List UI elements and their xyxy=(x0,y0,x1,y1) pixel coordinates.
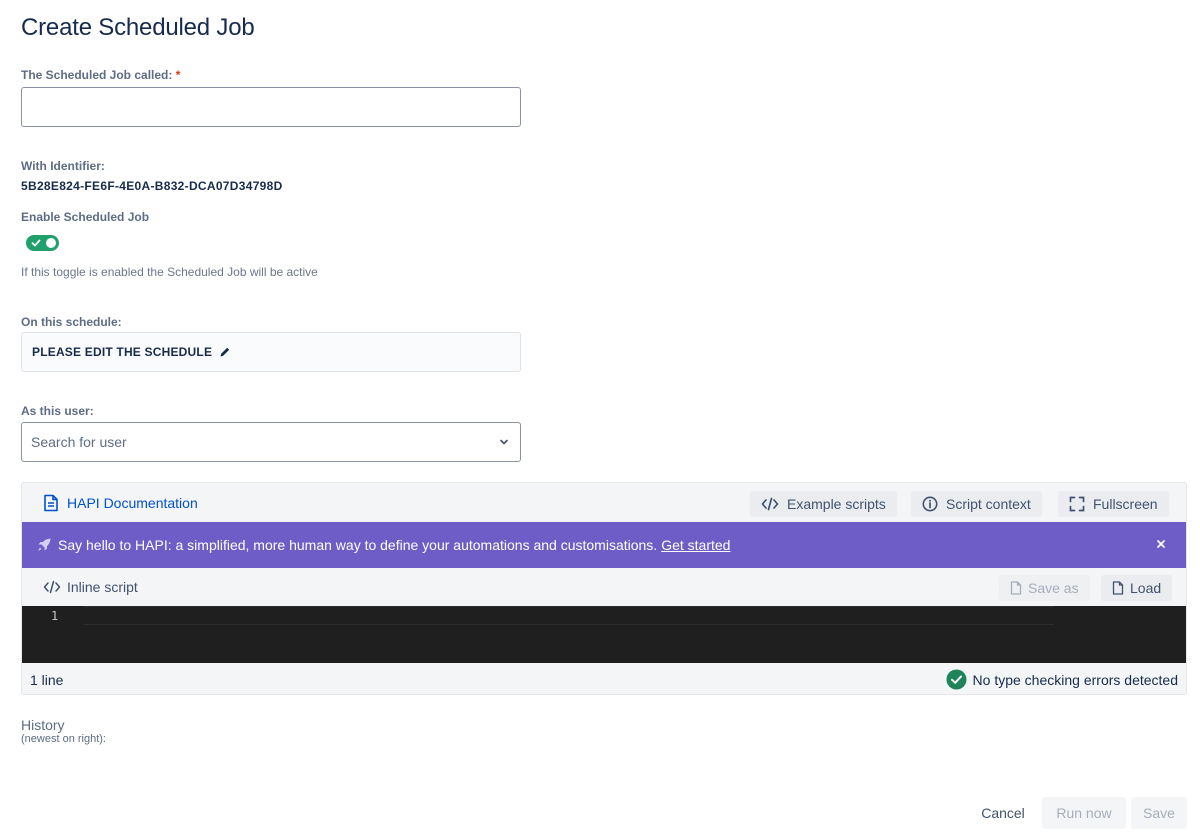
script-subtoolbar: Inline script Save as Load xyxy=(22,568,1186,606)
line-number: 1 xyxy=(51,609,59,623)
check-circle-icon xyxy=(946,669,967,690)
script-editor: HAPI Documentation Example scripts Scrip… xyxy=(21,482,1187,695)
current-line-highlight xyxy=(84,606,1054,625)
fullscreen-text: Fullscreen xyxy=(1093,496,1158,512)
inline-script-text: Inline script xyxy=(67,579,138,595)
file-icon xyxy=(1112,581,1124,595)
save-as-text: Save as xyxy=(1028,580,1079,596)
identifier-value: 5B28E824-FE6F-4E0A-B832-DCA07D34798D xyxy=(21,179,283,193)
pencil-icon xyxy=(220,347,230,357)
code-editor-area[interactable]: 1 xyxy=(22,606,1186,663)
fullscreen-icon xyxy=(1069,496,1085,512)
history-label: History xyxy=(21,717,65,733)
chevron-down-icon xyxy=(500,439,508,445)
enable-label: Enable Scheduled Job xyxy=(21,210,150,224)
type-check-status: No type checking errors detected xyxy=(946,669,1178,690)
user-label: As this user: xyxy=(21,404,94,418)
banner-message: Say hello to HAPI: a simplified, more hu… xyxy=(58,537,658,553)
inline-script-label: Inline script xyxy=(43,579,138,595)
identifier-label: With Identifier: xyxy=(21,159,105,173)
script-context-text: Script context xyxy=(946,496,1031,512)
hapi-documentation-link[interactable]: HAPI Documentation xyxy=(43,494,198,512)
code-icon xyxy=(761,497,779,511)
hapi-banner: Say hello to HAPI: a simplified, more hu… xyxy=(22,522,1186,568)
editor-toolbar: HAPI Documentation Example scripts Scrip… xyxy=(22,483,1186,523)
job-name-input[interactable] xyxy=(21,87,521,127)
example-scripts-button[interactable]: Example scripts xyxy=(750,491,897,517)
line-count: 1 line xyxy=(30,672,64,688)
rocket-icon xyxy=(38,538,51,551)
load-text: Load xyxy=(1130,580,1162,596)
file-icon xyxy=(1010,581,1022,595)
document-icon xyxy=(44,494,58,512)
schedule-value: PLEASE EDIT THE SCHEDULE xyxy=(32,345,213,359)
hapi-documentation-text: HAPI Documentation xyxy=(67,495,198,511)
fullscreen-button[interactable]: Fullscreen xyxy=(1058,491,1169,517)
toggle-knob xyxy=(46,238,56,248)
page-title: Create Scheduled Job xyxy=(21,14,255,41)
schedule-label: On this schedule: xyxy=(21,315,122,329)
schedule-edit-field[interactable]: PLEASE EDIT THE SCHEDULE xyxy=(21,332,521,372)
enable-toggle[interactable] xyxy=(26,235,59,251)
required-mark: * xyxy=(175,68,181,82)
load-button[interactable]: Load xyxy=(1101,575,1173,601)
editor-statusbar: 1 line No type checking errors detected xyxy=(22,663,1186,694)
script-context-button[interactable]: Script context xyxy=(911,491,1042,517)
type-check-status-text: No type checking errors detected xyxy=(972,671,1178,688)
save-button[interactable]: Save xyxy=(1131,797,1187,829)
code-icon xyxy=(43,580,61,594)
check-icon xyxy=(31,239,41,247)
user-search-select[interactable]: Search for user xyxy=(21,422,521,462)
example-scripts-text: Example scripts xyxy=(787,496,886,512)
close-icon[interactable] xyxy=(1153,536,1169,552)
name-label-text: The Scheduled Job called: xyxy=(21,68,173,82)
user-search-placeholder: Search for user xyxy=(31,434,127,450)
run-now-button[interactable]: Run now xyxy=(1042,797,1126,829)
info-icon xyxy=(922,496,938,512)
cancel-button[interactable]: Cancel xyxy=(969,797,1037,829)
enable-helper-text: If this toggle is enabled the Scheduled … xyxy=(21,265,318,279)
name-label: The Scheduled Job called: * xyxy=(21,68,180,82)
get-started-link[interactable]: Get started xyxy=(661,537,730,553)
save-as-button[interactable]: Save as xyxy=(999,575,1090,601)
history-sublabel: (newest on right): xyxy=(21,733,106,745)
